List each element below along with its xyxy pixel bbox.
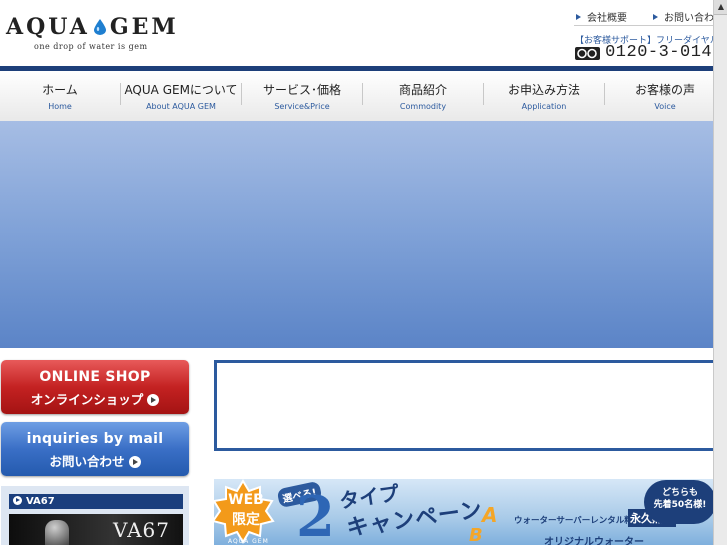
contact-link-label: お問い合わ [664,13,714,24]
arrow-circle-icon [147,394,160,406]
nav-label-jp: サービス･価格 [262,83,341,97]
course-b-label: B [469,525,483,545]
product-image[interactable]: VA67 [9,514,183,545]
course-a-label: A [482,503,498,527]
logo-text-left: AQUA [6,14,90,40]
banner-bottom-text: オリジナルウォーター [544,537,644,545]
arrow-circle-icon [13,496,22,505]
arrow-circle-icon [128,456,141,468]
online-shop-jp-text: オンラインショップ [30,392,144,407]
water-server-image [45,520,69,545]
limited-label: 限定 [232,512,260,528]
nav-label-jp: お申込み方法 [507,83,580,97]
nav-label-en: About AQUA GEM [146,102,216,111]
rental-text: ウォーターサーバーレンタル料 [514,516,633,526]
phone-number-text: 0120-3-0143 [605,43,723,62]
site-logo[interactable]: AQUA GEM [6,14,179,40]
circle-line-1: どちらも [661,488,698,498]
logo-tagline: one drop of water is gem [34,42,148,51]
nav-label-en: Voice [654,102,676,111]
nav-label-en: Service&Price [274,102,330,111]
mail-inquiry-jp-label: お問い合わせ [1,451,189,470]
product-title-bar[interactable]: VA67 [9,494,183,509]
nav-label-jp: AQUA GEMについて [124,83,238,97]
nav-item-voice[interactable]: お客様の声 Voice [605,71,725,121]
contact-link[interactable]: お問い合わ [653,9,714,24]
nav-item-commodity[interactable]: 商品紹介 Commodity [363,71,483,121]
main-navigation: ホーム Home AQUA GEMについて About AQUA GEM サービ… [0,71,713,122]
nav-label-jp: 商品紹介 [398,83,447,97]
banner-brand: AQUA GEM [228,538,269,545]
online-shop-jp-label: オンラインショップ [1,389,189,408]
hero-banner [0,121,713,348]
freedial-icon [575,45,600,60]
logo-text-right: GEM [109,14,179,40]
arrow-icon [653,14,658,20]
online-shop-en-label: ONLINE SHOP [39,369,151,385]
nav-label-en: Commodity [399,102,447,111]
company-link[interactable]: 会社概要 [576,9,627,24]
mail-inquiry-en-label: inquiries by mail [26,431,164,447]
online-shop-button[interactable]: ONLINE SHOP オンラインショップ [1,360,189,414]
product-box: VA67 VA67 [1,486,189,545]
web-label: WEB [228,492,264,508]
circle-line-2: 先着50名様! [653,500,707,510]
two-number: 2 [296,484,335,545]
nav-label-en: Home [48,102,72,111]
arrow-icon [576,14,581,20]
nav-item-service[interactable]: サービス･価格 Service&Price [242,71,362,121]
nav-item-application[interactable]: お申込み方法 Application [484,71,604,121]
nav-item-home[interactable]: ホーム Home [0,71,120,121]
water-drop-icon [93,15,106,35]
phone-number[interactable]: 0120-3-0143 [575,43,723,62]
header-divider [574,25,727,26]
mail-inquiry-button[interactable]: inquiries by mail お問い合わせ [1,422,189,476]
product-title: VA67 [26,496,55,507]
product-model-text: VA67 [113,518,170,542]
nav-label-en: Application [521,102,567,111]
first-50-badge: どちらも 先着50名様! [644,480,713,524]
nav-label-jp: お客様の声 [634,83,695,97]
company-link-label: 会社概要 [587,13,627,24]
web-limited-badge: WEB 限定 [214,479,276,545]
nav-label-jp: ホーム [42,83,78,97]
mail-inquiry-jp-text: お問い合わせ [49,454,125,469]
scroll-up-icon[interactable]: ▲ [714,0,727,15]
nav-item-about[interactable]: AQUA GEMについて About AQUA GEM [121,71,241,121]
campaign-banner[interactable]: WEB 限定 選べる! 2 タイプ キャンペーン A B ウォーターサーバーレン… [214,479,713,545]
news-box [214,360,713,451]
